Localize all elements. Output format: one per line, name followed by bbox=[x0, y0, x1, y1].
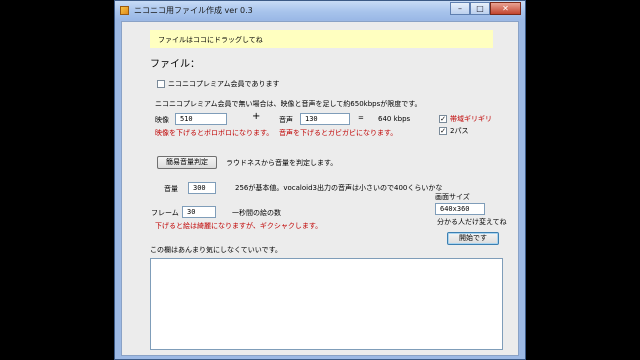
minimize-button[interactable]: – bbox=[450, 2, 470, 15]
frame-warning: 下げると絵は綺麗になりますが、ギクシャクします。 bbox=[155, 222, 323, 230]
volume-label: 音量 bbox=[164, 185, 178, 193]
bandwidth-checkbox-label: 帯域ギリギリ bbox=[450, 115, 492, 123]
screen-size-label: 画面サイズ bbox=[435, 193, 470, 201]
close-icon: ✕ bbox=[502, 3, 509, 13]
volume-check-button[interactable]: 簡易音量判定 bbox=[157, 156, 217, 169]
app-icon bbox=[120, 6, 129, 15]
volume-input[interactable]: 300 bbox=[188, 182, 216, 194]
frame-label: フレーム bbox=[151, 209, 179, 217]
maximize-icon: □ bbox=[476, 3, 484, 13]
frame-rate-input[interactable]: 30 bbox=[182, 206, 216, 218]
twopass-checkbox[interactable]: ✓ bbox=[439, 127, 447, 135]
app-window: ニコニコ用ファイル作成 ver 0.3 – □ ✕ ファイルはココにドラッグして… bbox=[114, 0, 526, 360]
title-bar[interactable]: ニコニコ用ファイル作成 ver 0.3 – □ ✕ bbox=[115, 1, 525, 20]
minimize-icon: – bbox=[458, 3, 462, 13]
start-button[interactable]: 開始です bbox=[447, 232, 499, 245]
bandwidth-checkbox[interactable]: ✓ bbox=[439, 115, 447, 123]
equals-sign: = bbox=[358, 114, 364, 122]
video-warning: 映像を下げるとボロボロになります。 bbox=[155, 129, 274, 137]
form-client-area: ファイルはココにドラッグしてね ファイル： ニコニコプレミアム会員であります ニ… bbox=[121, 21, 519, 356]
log-textarea[interactable] bbox=[150, 258, 503, 350]
screen-size-note: 分かる人だけ変えてね bbox=[437, 218, 507, 226]
premium-checkbox[interactable] bbox=[157, 80, 165, 88]
maximize-button[interactable]: □ bbox=[470, 2, 490, 15]
screen-size-input[interactable]: 640x360 bbox=[435, 203, 485, 215]
drop-zone-text: ファイルはココにドラッグしてね bbox=[158, 36, 263, 44]
volume-note: 256が基本値。vocaloid3出力の音声は小さいので400くらいかな bbox=[235, 184, 443, 192]
frame-unit-note: 一秒間の絵の数 bbox=[232, 209, 281, 217]
bitrate-limit-note: ニコニコプレミアム会員で無い場合は、映像と音声を足して約650kbpsが限度です… bbox=[155, 100, 422, 108]
plus-sign: + bbox=[252, 111, 261, 122]
premium-checkbox-label: ニコニコプレミアム会員であります bbox=[168, 80, 280, 88]
audio-warning: 音声を下げるとガビガビになります。 bbox=[279, 129, 398, 137]
video-label: 映像 bbox=[155, 116, 169, 124]
video-bitrate-input[interactable]: 510 bbox=[175, 113, 227, 125]
audio-bitrate-input[interactable]: 130 bbox=[300, 113, 350, 125]
twopass-checkbox-label: 2パス bbox=[450, 127, 469, 135]
audio-label: 音声 bbox=[279, 116, 293, 124]
drop-zone[interactable]: ファイルはココにドラッグしてね bbox=[150, 30, 493, 48]
file-label: ファイル： bbox=[150, 59, 200, 70]
close-button[interactable]: ✕ bbox=[490, 2, 521, 15]
log-label: この欄はあんまり気にしなくていいです。 bbox=[150, 246, 282, 254]
loudness-note: ラウドネスから音量を判定します。 bbox=[226, 159, 338, 167]
window-title: ニコニコ用ファイル作成 ver 0.3 bbox=[134, 6, 253, 15]
total-bitrate: 640 kbps bbox=[378, 115, 411, 123]
